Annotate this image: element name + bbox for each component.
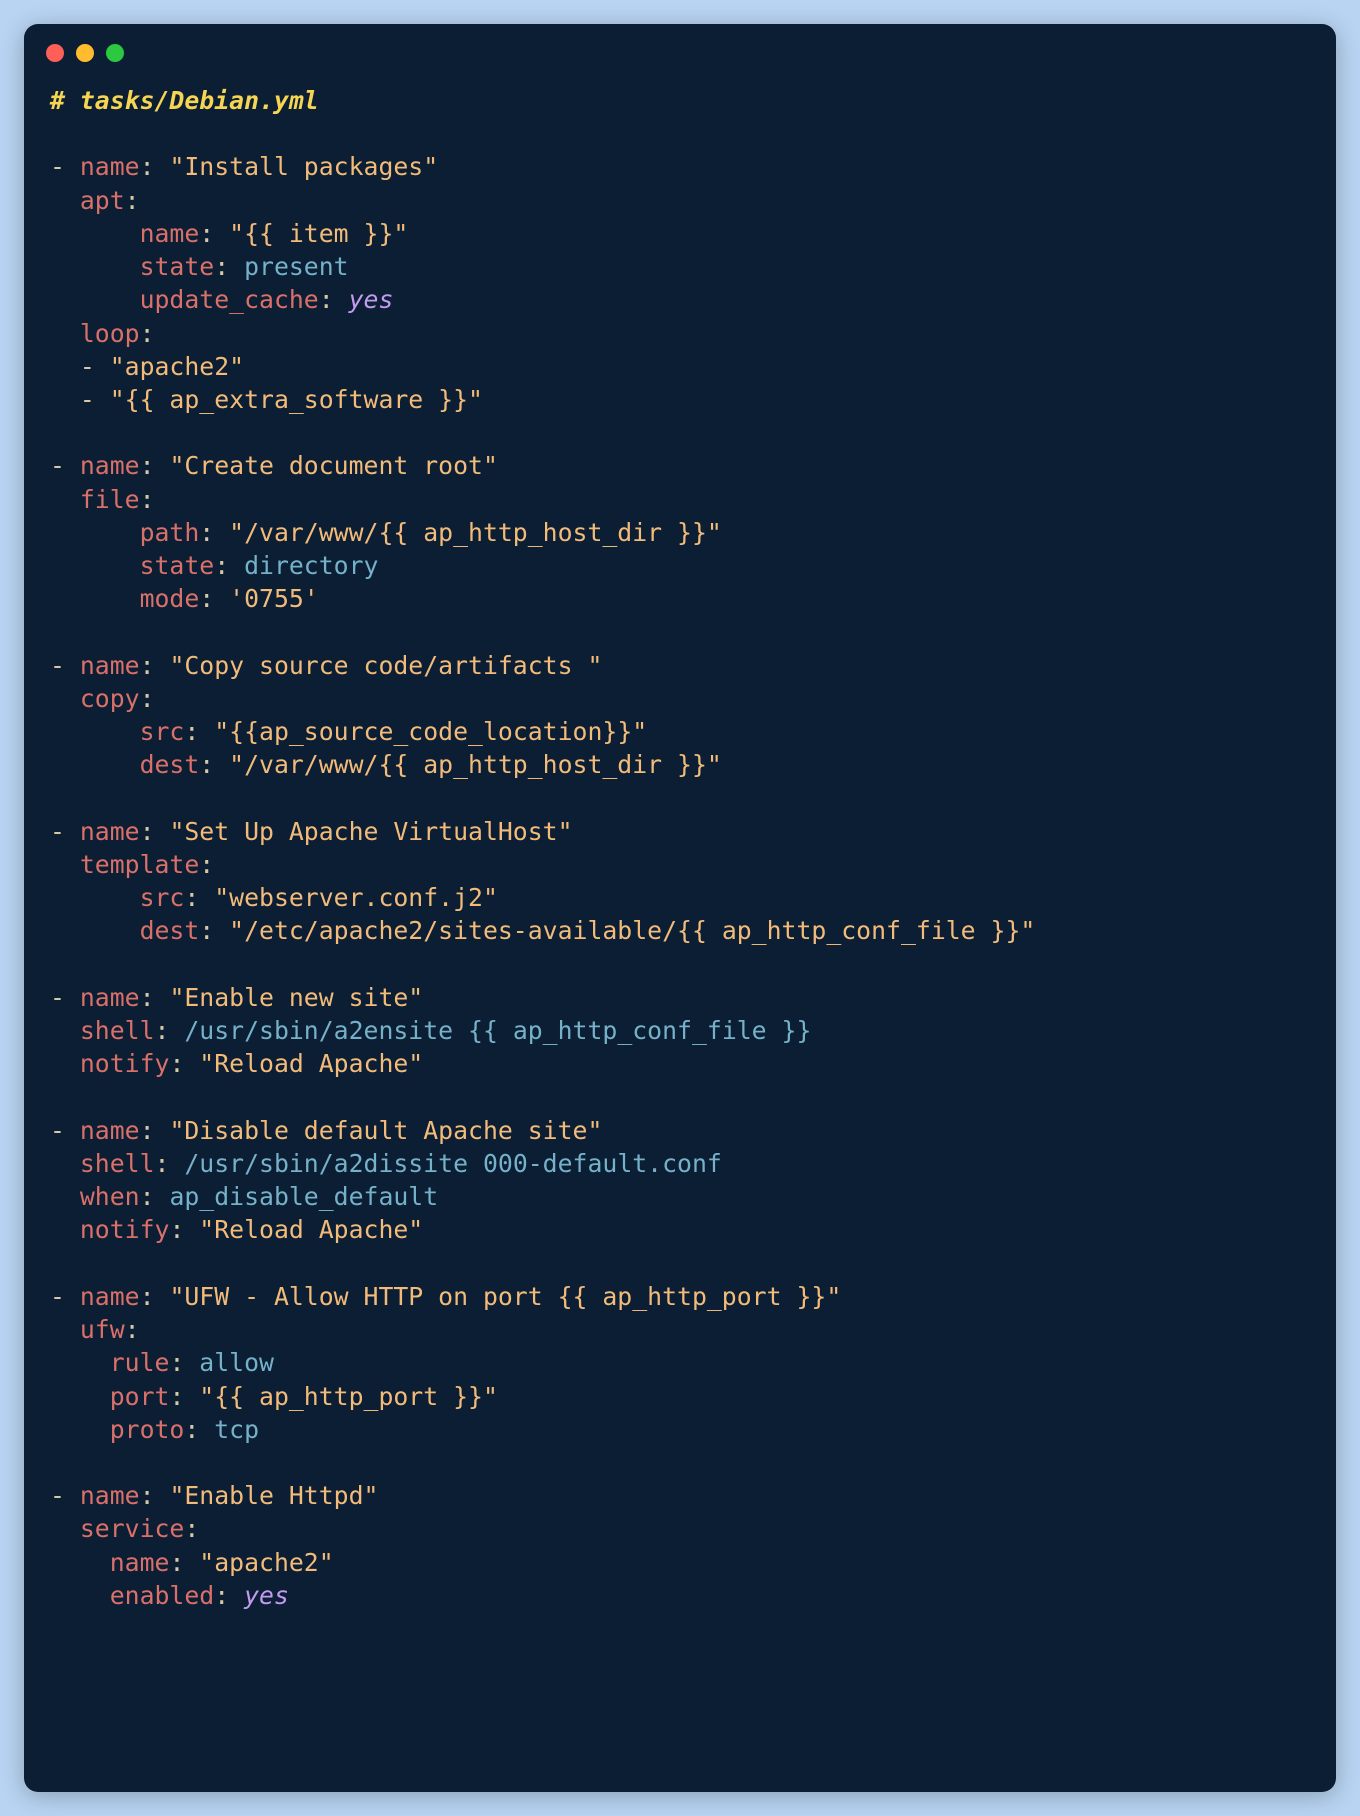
code-line: name: "apache2" (50, 1546, 1310, 1579)
blank-line (50, 416, 1310, 449)
code-window: # tasks/Debian.yml - name: "Install packa… (24, 24, 1336, 1792)
code-line: file: (50, 483, 1310, 516)
code-line: notify: "Reload Apache" (50, 1047, 1310, 1080)
code-line: shell: /usr/sbin/a2ensite {{ ap_http_con… (50, 1014, 1310, 1047)
code-line: port: "{{ ap_http_port }}" (50, 1380, 1310, 1413)
code-line: notify: "Reload Apache" (50, 1213, 1310, 1246)
code-line: - "apache2" (50, 350, 1310, 383)
code-line: template: (50, 848, 1310, 881)
code-line: dest: "/etc/apache2/sites-available/{{ a… (50, 914, 1310, 947)
blank-line (50, 1081, 1310, 1114)
blank-line (50, 948, 1310, 981)
code-line: shell: /usr/sbin/a2dissite 000-default.c… (50, 1147, 1310, 1180)
code-line: - name: "UFW - Allow HTTP on port {{ ap_… (50, 1280, 1310, 1313)
code-line: copy: (50, 682, 1310, 715)
code-line: enabled: yes (50, 1579, 1310, 1612)
code-line: path: "/var/www/{{ ap_http_host_dir }}" (50, 516, 1310, 549)
close-icon[interactable] (46, 44, 64, 62)
blank-line (50, 782, 1310, 815)
window-titlebar (24, 24, 1336, 72)
code-line: rule: allow (50, 1346, 1310, 1379)
code-line: ufw: (50, 1313, 1310, 1346)
code-line: - "{{ ap_extra_software }}" (50, 383, 1310, 416)
code-line: when: ap_disable_default (50, 1180, 1310, 1213)
code-line: apt: (50, 184, 1310, 217)
code-line: src: "{{ap_source_code_location}}" (50, 715, 1310, 748)
code-line: - name: "Set Up Apache VirtualHost" (50, 815, 1310, 848)
blank-line (50, 1247, 1310, 1280)
code-line: - name: "Disable default Apache site" (50, 1114, 1310, 1147)
code-line: state: present (50, 250, 1310, 283)
maximize-icon[interactable] (106, 44, 124, 62)
code-line: update_cache: yes (50, 283, 1310, 316)
code-line: - name: "Enable new site" (50, 981, 1310, 1014)
blank-line (50, 616, 1310, 649)
code-line: src: "webserver.conf.j2" (50, 881, 1310, 914)
blank-line (50, 1446, 1310, 1479)
code-line: loop: (50, 317, 1310, 350)
code-line: - name: "Install packages" (50, 150, 1310, 183)
code-block: # tasks/Debian.yml - name: "Install packa… (24, 72, 1336, 1648)
code-line: - name: "Copy source code/artifacts " (50, 649, 1310, 682)
code-line: mode: '0755' (50, 582, 1310, 615)
code-line: - name: "Enable Httpd" (50, 1479, 1310, 1512)
code-line: dest: "/var/www/{{ ap_http_host_dir }}" (50, 748, 1310, 781)
code-line: - name: "Create document root" (50, 449, 1310, 482)
blank-line (50, 117, 1310, 150)
minimize-icon[interactable] (76, 44, 94, 62)
code-line: name: "{{ item }}" (50, 217, 1310, 250)
code-line: # tasks/Debian.yml (50, 84, 1310, 117)
code-line: service: (50, 1512, 1310, 1545)
code-line: state: directory (50, 549, 1310, 582)
code-line: proto: tcp (50, 1413, 1310, 1446)
